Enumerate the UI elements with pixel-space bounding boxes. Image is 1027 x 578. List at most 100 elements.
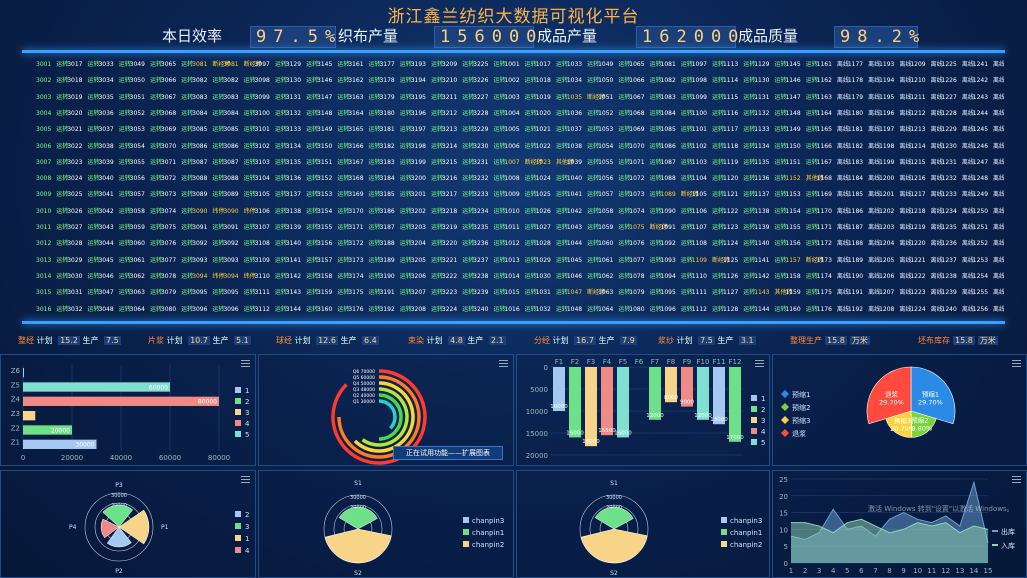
menu-icon[interactable] [1012,476,1021,483]
machine-cell[interactable]: 3134 运转 [286,143,318,151]
machine-cell[interactable]: 1086 运转 [661,143,693,151]
machine-cell[interactable]: 3228 运转 [473,110,505,118]
machine-cell[interactable]: 1197 离线 [879,126,911,134]
machine-cell[interactable]: 1175 离线 [817,289,849,297]
machine-cell[interactable]: 3138 运转 [286,208,318,216]
machine-cell[interactable]: 3176 运转 [348,306,380,314]
machine-cell[interactable]: 1111 运转 [692,289,724,297]
machine-cell[interactable]: 3073 运转 [161,191,193,199]
machine-cell[interactable]: 1028 运转 [536,240,568,248]
machine-cell[interactable]: 3160 运转 [317,306,349,314]
machine-cell[interactable]: 1218 离线 [910,208,942,216]
machine-cell[interactable]: 1163 离线 [817,94,849,102]
machine-cell[interactable]: 3066 运转 [161,77,193,85]
machine-cell[interactable]: 3203 运转 [411,224,443,232]
machine-cell[interactable]: 3185 运转 [379,191,411,199]
machine-cell[interactable]: 3143 运转 [286,289,318,297]
machine-cell[interactable]: 1176 离线 [817,306,849,314]
machine-cell[interactable]: 3098 运转 [255,77,287,85]
machine-cell[interactable]: 3170 运转 [348,208,380,216]
machine-cell[interactable]: 1072 运转 [629,175,661,183]
machine-cell[interactable]: 3087 运转 [192,159,224,167]
machine-cell[interactable]: 3067 运转 [161,94,193,102]
machine-cell[interactable]: 3173 运转 [348,257,380,265]
machine-cell[interactable]: 3052 运转 [130,110,162,118]
machine-cell[interactable]: 3102 运转 [255,143,287,151]
machine-cell[interactable]: 1137 运转 [754,191,786,199]
machine-cell[interactable]: 3070 运转 [161,143,193,151]
machine-cell[interactable]: 3015 运转 [36,289,68,297]
machine-cell[interactable]: 3133 运转 [286,126,318,134]
machine-cell[interactable]: 1158 运转 [785,273,817,281]
machine-cell[interactable]: 3233 运转 [473,191,505,199]
machine-cell[interactable]: 1230 离线 [942,143,974,151]
machine-cell[interactable]: 3199 运转 [411,159,443,167]
machine-cell[interactable]: 3026 运转 [67,208,99,216]
machine-cell[interactable]: 3232 运转 [473,175,505,183]
machine-cell[interactable]: 3074 运转 [161,208,193,216]
machine-cell[interactable]: 3060 运转 [130,240,162,248]
machine-cell[interactable]: 1120 运转 [723,175,755,183]
machine-cell[interactable]: 3056 运转 [130,175,162,183]
machine-cell[interactable]: 3195 运转 [411,94,443,102]
machine-cell[interactable]: 1093 运转 [661,257,693,265]
machine-cell[interactable]: 3009 运转 [36,191,68,199]
machine-cell[interactable]: 3144 运转 [286,306,318,314]
machine-cell[interactable]: 3053 运转 [130,126,162,134]
machine-cell[interactable]: 1193 离线 [879,61,911,69]
machine-cell[interactable]: 3227 运转 [473,94,505,102]
menu-icon[interactable] [755,360,764,367]
machine-cell[interactable]: 3033 运转 [98,61,130,69]
machine-cell[interactable]: 1133 运转 [754,126,786,134]
machine-cell[interactable]: 1054 运转 [598,143,630,151]
machine-cell[interactable]: 3208 运转 [411,306,443,314]
machine-cell[interactable]: 1108 运转 [692,240,724,248]
machine-cell[interactable]: 1239 离线 [942,289,974,297]
machine-cell[interactable]: 1174 离线 [817,273,849,281]
machine-cell[interactable]: 1024 运转 [536,175,568,183]
machine-cell[interactable]: 3166 运转 [348,143,380,151]
machine-cell[interactable]: 1020 运转 [536,110,568,118]
machine-cell[interactable]: 3196 运转 [411,110,443,118]
machine-cell[interactable]: 3032 运转 [67,306,99,314]
machine-cell[interactable]: 3016 运转 [36,306,68,314]
machine-cell[interactable]: 1208 离线 [879,306,911,314]
machine-cell[interactable]: 1243 离线 [973,94,1004,102]
machine-cell[interactable]: 3224 运转 [442,306,474,314]
machine-cell[interactable]: 3230 运转 [473,143,505,151]
machine-cell[interactable]: 1068 运转 [629,110,661,118]
machine-cell[interactable]: 3094 纬停 [223,273,255,281]
machine-cell[interactable]: 3171 运转 [348,224,380,232]
machine-cell[interactable]: 1063 运转 [598,289,630,297]
machine-cell[interactable]: 3047 运转 [98,289,130,297]
machine-cell[interactable]: 3111 运转 [255,289,287,297]
machine-cell[interactable]: 1210 离线 [910,77,942,85]
machine-cell[interactable]: 1025 运转 [536,191,568,199]
machine-cell[interactable]: 1011 运转 [504,224,536,232]
machine-cell[interactable]: 1019 运转 [536,94,568,102]
machine-cell[interactable]: 3142 运转 [286,273,318,281]
machine-cell[interactable]: 3035 运转 [98,94,130,102]
machine-cell[interactable]: 1138 运转 [754,208,786,216]
machine-cell[interactable]: 3223 运转 [442,289,474,297]
machine-cell[interactable]: 3193 运转 [411,61,443,69]
machine-cell[interactable]: 1192 离线 [848,306,880,314]
machine-cell[interactable]: 1123 运转 [723,224,755,232]
machine-cell[interactable]: 3005 运转 [36,126,68,134]
machine-cell[interactable]: 3096 运转 [192,306,224,314]
machine-cell[interactable]: 1130 运转 [754,77,786,85]
machine-cell[interactable]: 1150 运转 [785,143,817,151]
machine-cell[interactable]: 3093 运转 [223,257,255,265]
machine-cell[interactable]: 1124 运转 [723,240,755,248]
machine-cell[interactable]: 3235 运转 [473,224,505,232]
machine-cell[interactable]: 1008 运转 [504,175,536,183]
machine-cell[interactable]: 1228 离线 [942,110,974,118]
machine-cell[interactable]: 1053 运转 [598,126,630,134]
machine-cell[interactable]: 3158 运转 [317,273,349,281]
machine-cell[interactable]: 3043 运转 [98,224,130,232]
machine-cell[interactable]: 1227 离线 [942,94,974,102]
machine-cell[interactable]: 3205 运转 [411,257,443,265]
machine-cell[interactable]: 1154 运转 [785,208,817,216]
machine-cell[interactable]: 1201 离线 [879,191,911,199]
machine-cell[interactable]: 1118 运转 [723,143,755,151]
